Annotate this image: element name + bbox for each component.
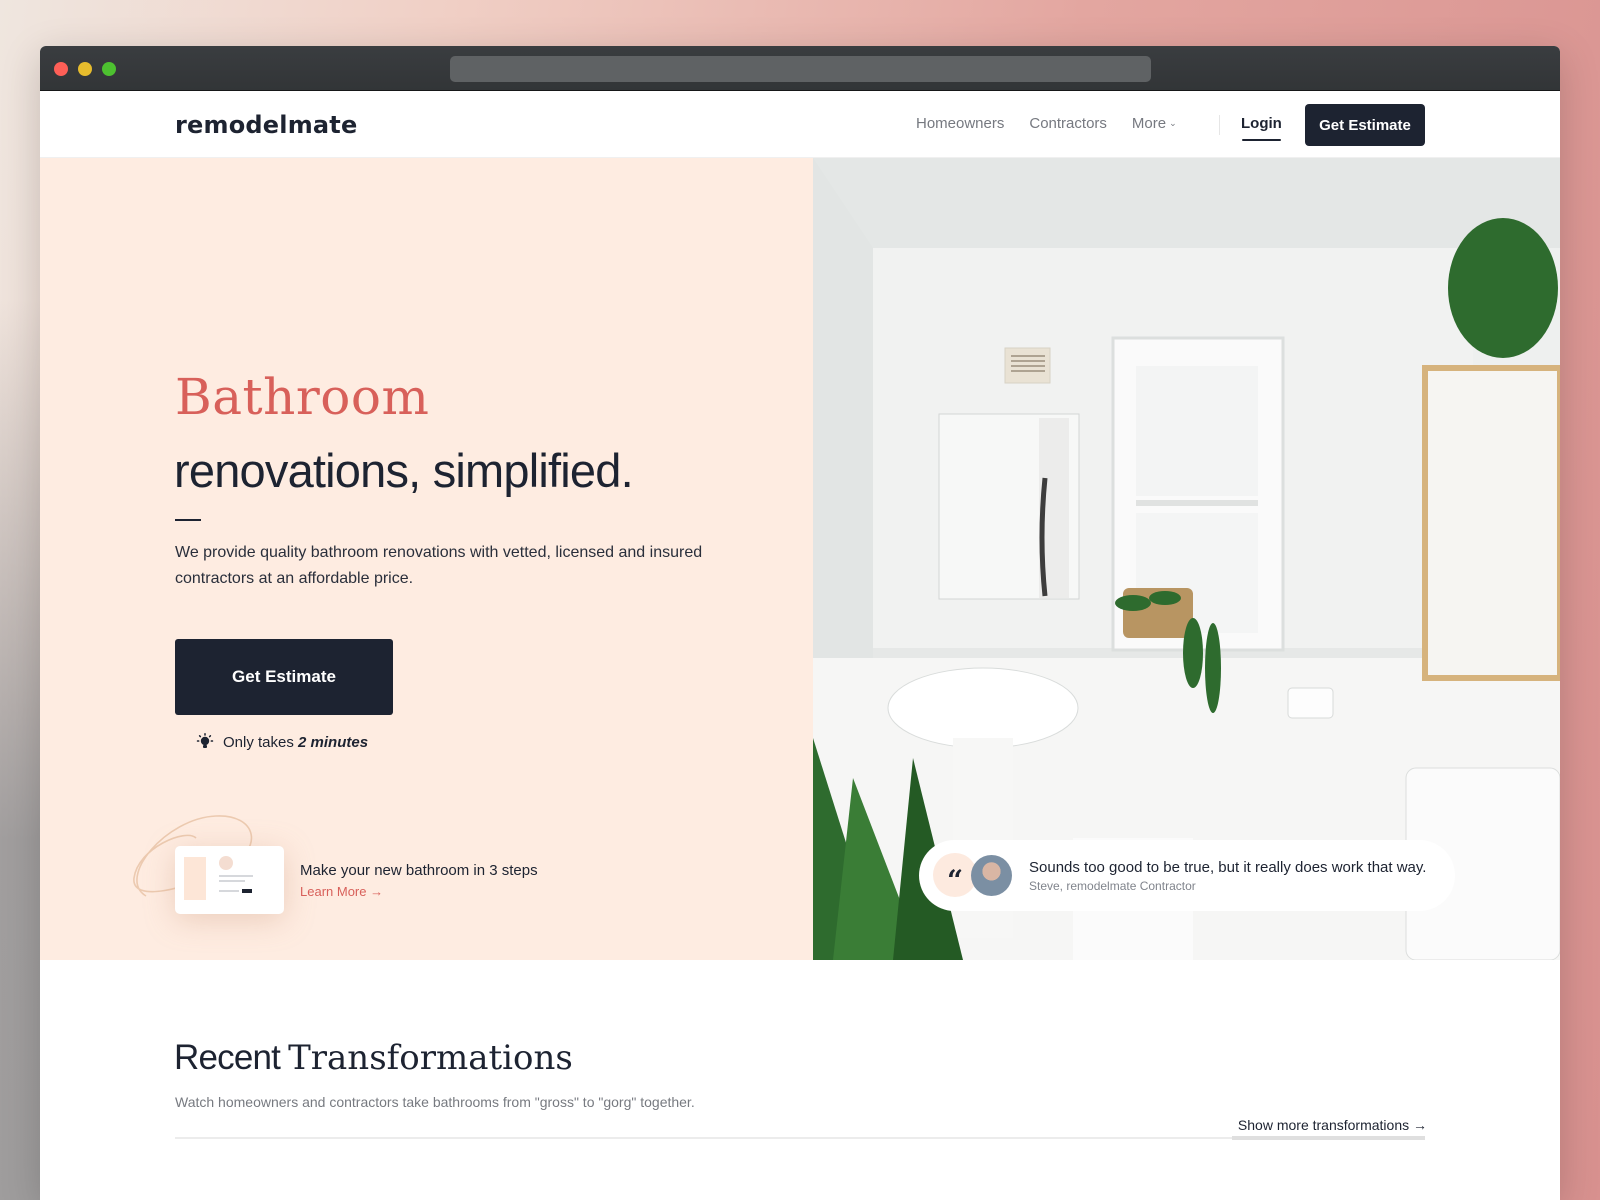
time-note-prefix: Only takes (223, 733, 294, 751)
thumbnail-sidebar (184, 857, 206, 900)
show-more-transformations-link[interactable]: Show more transformations → (1238, 1117, 1427, 1133)
minimize-window-button[interactable] (78, 62, 92, 76)
transformations-description: Watch homeowners and contractors take ba… (175, 1094, 695, 1110)
thumbnail-input (219, 890, 239, 892)
lightbulb-icon (196, 733, 214, 748)
hero-get-estimate-button[interactable]: Get Estimate (175, 639, 393, 715)
nav-get-estimate-button[interactable]: Get Estimate (1305, 104, 1425, 146)
nav-link-more-label: More (1131, 115, 1167, 132)
testimonial-avatar (971, 855, 1012, 896)
time-note: Only takes 2 minutes (196, 733, 368, 751)
logo[interactable]: remodelmate (175, 111, 357, 139)
browser-titlebar (40, 46, 1560, 91)
testimonial-author: Steve, remodelmate Contractor (1029, 879, 1196, 893)
address-bar[interactable] (450, 56, 1151, 82)
thumbnail-illustration (219, 856, 233, 870)
hero-content: Bathroom renovations, simplified. We pro… (40, 158, 813, 960)
testimonial-card: “ Sounds too good to be true, but it rea… (919, 840, 1455, 911)
nav-divider (1219, 115, 1220, 135)
transformations-title-serif: Transformations (288, 1038, 573, 1078)
nav-link-contractors[interactable]: Contractors (1029, 115, 1107, 132)
hero-section: Bathroom renovations, simplified. We pro… (40, 158, 1560, 960)
hero-description: We provide quality bathroom renovations … (175, 544, 703, 587)
nav-link-more[interactable]: More ⌄ (1132, 115, 1177, 132)
transformations-title: Recent Transformations (174, 1038, 573, 1078)
maximize-window-button[interactable] (102, 62, 116, 76)
learn-more-link[interactable]: Learn More → (300, 884, 383, 899)
browser-window: remodelmate Homeowners Contractors More ⌄… (40, 46, 1560, 1200)
login-link[interactable]: Login (1241, 115, 1282, 141)
time-note-emphasis: 2 minutes (298, 733, 369, 751)
thumbnail-text-line (219, 875, 253, 877)
steps-preview-thumbnail[interactable] (175, 846, 284, 914)
hero-image: “ Sounds too good to be true, but it rea… (813, 158, 1560, 960)
steps-title: Make your new bathroom in 3 steps (300, 862, 538, 879)
nav-link-homeowners[interactable]: Homeowners (916, 115, 1004, 132)
thumbnail-button (242, 889, 252, 893)
top-nav: remodelmate Homeowners Contractors More ⌄… (40, 91, 1560, 158)
hero-title-accent: Bathroom (175, 368, 430, 426)
transformations-title-light: Recent (174, 1038, 281, 1077)
thumbnail-text-line (219, 880, 245, 882)
testimonial-quote: Sounds too good to be true, but it reall… (1029, 859, 1427, 876)
hero-title: renovations, simplified. (174, 444, 634, 497)
time-note-text: Only takes 2 minutes (223, 734, 368, 751)
chevron-down-icon: ⌄ (1169, 118, 1177, 128)
title-divider (175, 519, 201, 521)
close-window-button[interactable] (54, 62, 68, 76)
nav-links: Homeowners Contractors More ⌄ (916, 115, 1177, 132)
transformations-divider-highlight (1232, 1136, 1425, 1140)
